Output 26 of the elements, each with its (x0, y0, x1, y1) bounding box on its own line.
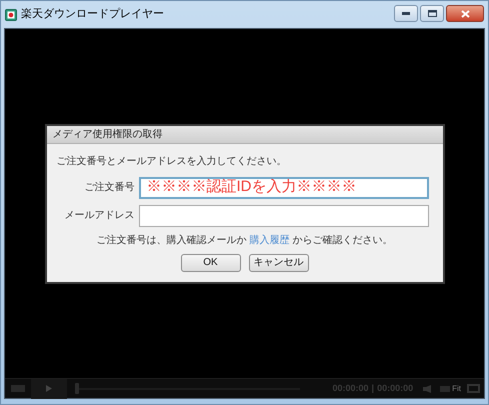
maximize-button[interactable] (420, 5, 444, 22)
dialog-title: メディア使用権限の取得 (52, 128, 162, 142)
time-separator: | (372, 382, 374, 395)
input-field[interactable]: ※※※※認証IDを入力※※※※ (138, 176, 428, 198)
window-title: 楽天ダウンロードプレイヤー (21, 6, 164, 22)
fit-label[interactable]: Fit (452, 382, 461, 394)
input-field[interactable] (138, 204, 428, 226)
app-icon (5, 8, 17, 20)
dialog-button[interactable]: キャンセル (248, 254, 308, 272)
minimize-icon (402, 12, 410, 15)
field-label: メールアドレス (64, 209, 134, 223)
dialog-button[interactable]: OK (180, 254, 240, 272)
field-label: ご注文番号 (84, 180, 134, 195)
close-icon (460, 10, 470, 18)
minimize-button[interactable] (394, 5, 418, 22)
aspect-icon[interactable] (440, 386, 450, 392)
volume-icon[interactable] (423, 384, 432, 392)
playlist-icon[interactable] (11, 385, 25, 392)
purchase-history-link[interactable]: 購入履歴 (250, 234, 290, 246)
fullscreen-icon[interactable] (467, 384, 480, 393)
instruction-text: ご注文番号とメールアドレスを入力してください。 (56, 154, 288, 168)
play-button[interactable] (31, 378, 67, 398)
maximize-icon (428, 10, 436, 17)
note-text: ご注文番号は、購入確認メールか 購入履歴 からご確認ください。 (96, 234, 394, 248)
play-icon (46, 385, 52, 392)
close-button[interactable] (446, 5, 484, 22)
